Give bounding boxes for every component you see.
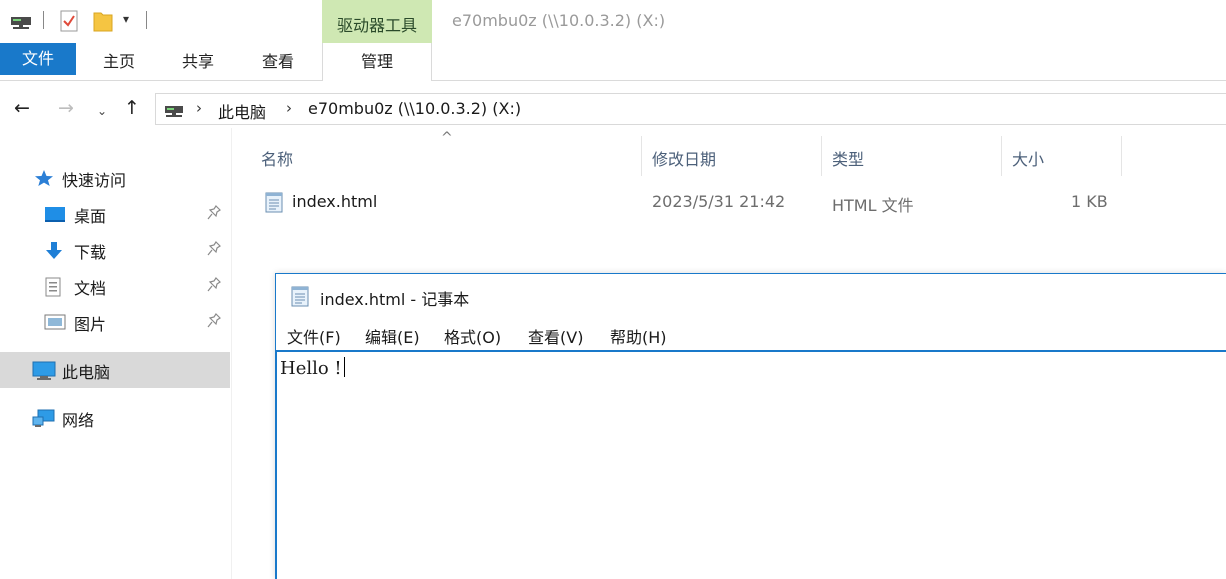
- new-folder-icon[interactable]: [93, 10, 113, 32]
- column-divider[interactable]: [1121, 136, 1122, 176]
- menu-help[interactable]: 帮助(H): [610, 324, 667, 348]
- notepad-text-area[interactable]: Hello !: [276, 350, 1226, 579]
- column-header-size[interactable]: 大小: [1012, 146, 1044, 170]
- column-header-name[interactable]: 名称: [261, 146, 293, 170]
- pin-icon[interactable]: [207, 205, 221, 221]
- pictures-icon: [44, 313, 66, 331]
- computer-icon: [32, 361, 56, 380]
- pin-icon[interactable]: [207, 277, 221, 293]
- sort-indicator-icon: ^: [441, 130, 453, 146]
- sidebar-item-label: 快速访问: [62, 171, 127, 190]
- file-type: HTML 文件: [832, 196, 914, 215]
- sidebar-item-pictures[interactable]: 图片: [0, 306, 230, 338]
- sidebar-item-label: 桌面: [74, 207, 107, 226]
- sidebar-item-quick-access[interactable]: 快速访问: [0, 162, 230, 194]
- notepad-file-icon: [264, 191, 284, 213]
- title-bar: ▾ 驱动器工具 e70mbu0z (\\10.0.3.2) (X:): [0, 0, 1226, 43]
- tab-file[interactable]: 文件: [0, 43, 76, 75]
- file-size: 1 KB: [1071, 192, 1108, 211]
- sidebar-item-label: 下载: [74, 243, 107, 262]
- separator: [146, 11, 147, 29]
- notepad-content: Hello !: [280, 357, 345, 379]
- recent-locations-chevron-down-icon[interactable]: ⌄: [97, 99, 107, 123]
- tab-view[interactable]: 查看: [246, 43, 310, 80]
- menu-format[interactable]: 格式(O): [444, 324, 501, 348]
- breadcrumb-chevron-icon[interactable]: ›: [196, 99, 202, 117]
- column-header-modified[interactable]: 修改日期: [652, 146, 716, 170]
- sidebar-item-downloads[interactable]: 下载: [0, 234, 230, 266]
- separator: [43, 11, 44, 29]
- navigation-pane: 快速访问 桌面 下载 文档 图片 此电脑 网络: [0, 128, 232, 579]
- context-tab-header-label: 驱动器工具: [336, 16, 417, 35]
- tab-share[interactable]: 共享: [166, 43, 230, 80]
- sidebar-item-this-pc[interactable]: 此电脑: [0, 352, 230, 388]
- up-button[interactable]: ↑: [124, 96, 140, 120]
- pin-icon[interactable]: [207, 241, 221, 257]
- forward-button[interactable]: →: [58, 96, 74, 120]
- properties-icon[interactable]: [60, 10, 78, 32]
- network-icon: [32, 409, 55, 427]
- desktop-icon: [44, 205, 65, 223]
- sidebar-item-label: 此电脑: [62, 363, 111, 382]
- breadcrumb-chevron-icon[interactable]: ›: [286, 99, 292, 117]
- column-header-type[interactable]: 类型: [832, 146, 864, 170]
- menu-file[interactable]: 文件(F): [287, 324, 341, 348]
- file-modified: 2023/5/31 21:42: [652, 192, 786, 211]
- notepad-window[interactable]: index.html - 记事本 文件(F) 编辑(E) 格式(O) 查看(V)…: [275, 273, 1226, 579]
- sidebar-item-label: 图片: [74, 315, 107, 334]
- sidebar-item-desktop[interactable]: 桌面: [0, 198, 230, 230]
- breadcrumb-this-pc[interactable]: 此电脑: [218, 99, 266, 123]
- text-caret: [343, 357, 345, 377]
- column-divider[interactable]: [641, 136, 642, 176]
- navigation-bar: ← → ⌄ ↑ › 此电脑 › e70mbu0z (\\10.0.3.2) (X…: [0, 90, 1226, 128]
- context-tab-header: 驱动器工具: [322, 0, 432, 43]
- address-bar[interactable]: › 此电脑 › e70mbu0z (\\10.0.3.2) (X:): [155, 93, 1226, 125]
- network-drive-icon: [164, 103, 184, 117]
- sidebar-item-documents[interactable]: 文档: [0, 270, 230, 302]
- notepad-icon: [290, 285, 310, 307]
- tab-manage[interactable]: 管理: [322, 43, 432, 81]
- notepad-title-bar[interactable]: index.html - 记事本: [276, 274, 1226, 318]
- back-button[interactable]: ←: [14, 96, 30, 120]
- star-icon: [34, 169, 54, 187]
- download-icon: [44, 241, 64, 259]
- notepad-title: index.html - 记事本: [320, 290, 470, 309]
- column-divider[interactable]: [1001, 136, 1002, 176]
- column-divider[interactable]: [821, 136, 822, 176]
- file-row[interactable]: index.html 2023/5/31 21:42 HTML 文件 1 KB: [233, 186, 1226, 218]
- menu-edit[interactable]: 编辑(E): [365, 324, 420, 348]
- file-name: index.html: [292, 192, 378, 211]
- sidebar-item-network[interactable]: 网络: [0, 402, 230, 434]
- drive-icon[interactable]: [10, 14, 32, 29]
- document-icon: [44, 277, 64, 297]
- sidebar-item-label: 文档: [74, 279, 107, 298]
- notepad-content-text: Hello !: [280, 358, 342, 379]
- ribbon-tabs: 文件 主页 共享 查看 管理: [0, 43, 1226, 81]
- notepad-menu-bar: 文件(F) 编辑(E) 格式(O) 查看(V) 帮助(H): [276, 318, 1226, 350]
- tab-home[interactable]: 主页: [86, 43, 152, 80]
- pin-icon[interactable]: [207, 313, 221, 329]
- sidebar-item-label: 网络: [62, 411, 95, 430]
- breadcrumb-drive[interactable]: e70mbu0z (\\10.0.3.2) (X:): [308, 99, 521, 118]
- customize-dropdown-icon[interactable]: ▾: [123, 12, 135, 26]
- menu-view[interactable]: 查看(V): [528, 324, 583, 348]
- window-title: e70mbu0z (\\10.0.3.2) (X:): [452, 11, 666, 30]
